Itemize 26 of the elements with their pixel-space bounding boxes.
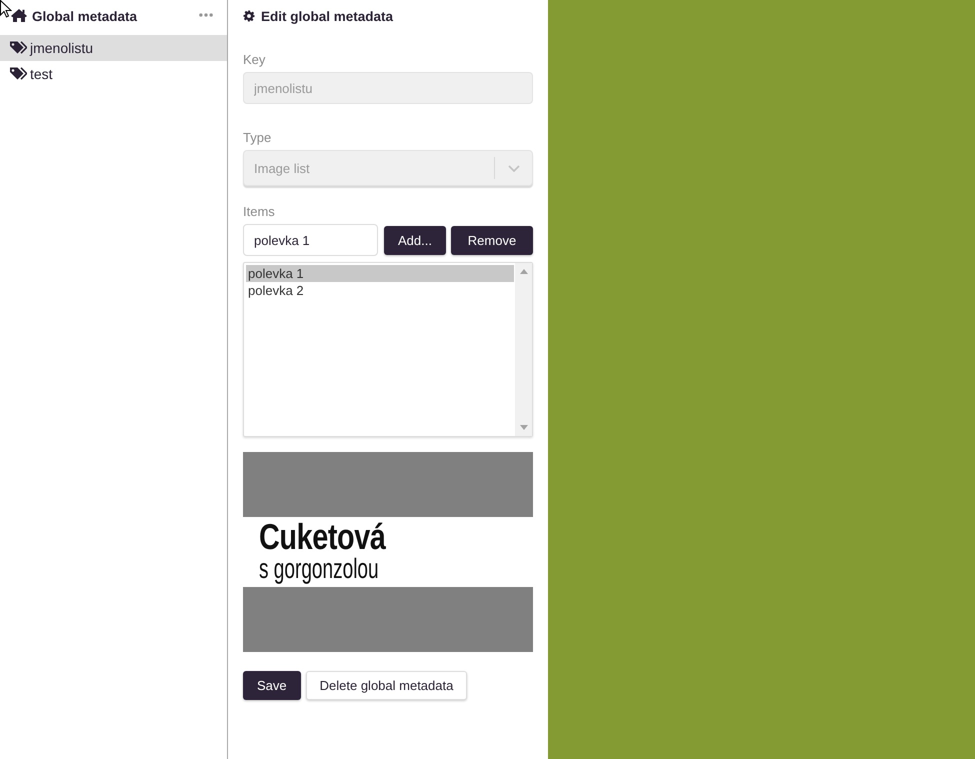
list-option[interactable]: polevka 1 [246, 265, 514, 282]
item-button[interactable]: Remove [451, 226, 533, 254]
sidebar-item[interactable]: test [0, 61, 227, 87]
field-label: Key [243, 52, 266, 68]
item-input-field[interactable]: polevka 1 [243, 224, 378, 256]
delete-button[interactable]: Delete global metadata [306, 671, 468, 700]
scroll-up-icon[interactable] [520, 269, 528, 274]
list-option[interactable]: polevka 2 [246, 282, 514, 299]
tag-icon [10, 66, 27, 80]
settings-icon [243, 10, 255, 22]
save-button[interactable]: Save [243, 671, 301, 700]
tag-icon [10, 40, 27, 54]
items-label: Items [243, 204, 276, 220]
panel-title: Edit global metadata [261, 8, 394, 24]
preview-title: Cuketová [259, 519, 386, 555]
field-label: Type [243, 130, 272, 146]
sidebar-title: Global metadata [32, 8, 138, 24]
items-list-box[interactable]: polevka 1 polevka 2 [243, 262, 533, 437]
home-icon [11, 9, 27, 22]
sidebar-item[interactable]: jmenolistu [0, 35, 227, 61]
item-button[interactable]: Add... [384, 226, 446, 254]
scroll-down-icon[interactable] [520, 425, 528, 430]
chevron-down-icon [508, 164, 520, 172]
more-icon[interactable] [199, 13, 213, 17]
preview-subtitle: s gorgonzolou [259, 555, 379, 583]
scrollbar[interactable] [515, 263, 532, 436]
